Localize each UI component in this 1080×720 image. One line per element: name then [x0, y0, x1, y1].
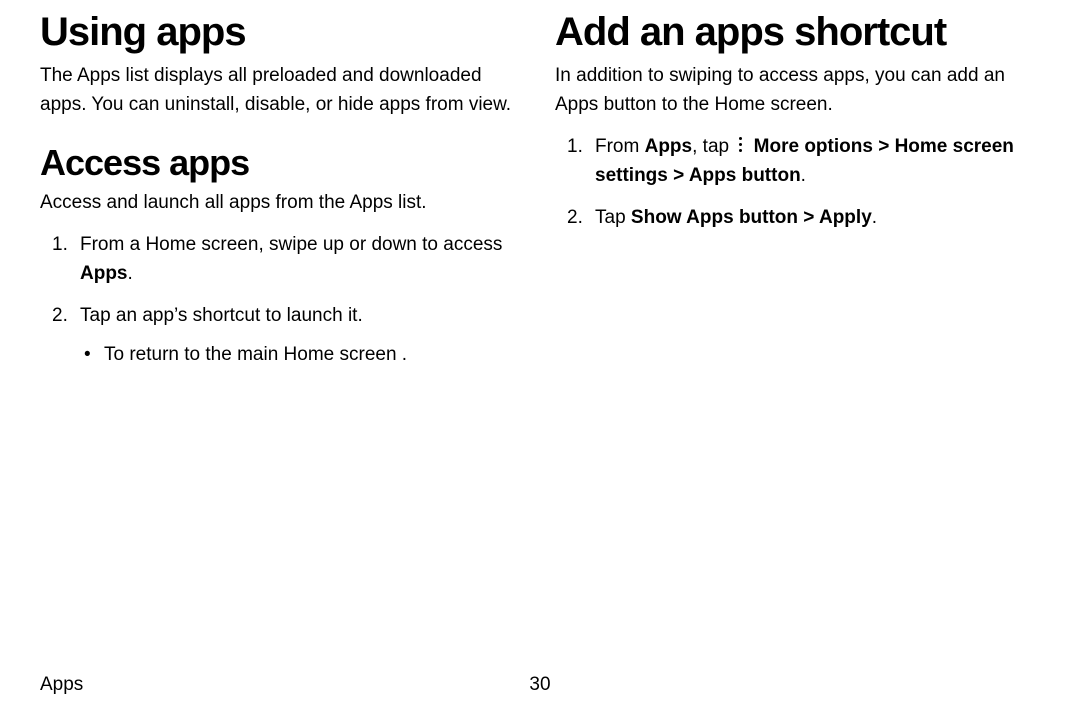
- access-step-2-bullet: To return to the main Home screen .: [80, 341, 525, 370]
- text: , tap: [692, 136, 734, 157]
- access-step-2-sub: To return to the main Home screen .: [80, 341, 525, 370]
- heading-access-apps: Access apps: [40, 143, 525, 183]
- bold-show-apps-button: Show Apps button: [631, 207, 798, 228]
- page: Using apps The Apps list displays all pr…: [0, 0, 1080, 720]
- bold-more-options: More options: [754, 136, 873, 157]
- text: >: [873, 136, 895, 157]
- heading-add-shortcut: Add an apps shortcut: [555, 10, 1040, 54]
- access-apps-steps: From a Home screen, swipe up or down to …: [40, 231, 525, 369]
- right-column: Add an apps shortcut In addition to swip…: [555, 10, 1040, 668]
- text: >: [798, 207, 819, 228]
- using-apps-intro: The Apps list displays all preloaded and…: [40, 62, 525, 119]
- access-step-2: Tap an app’s shortcut to launch it. To r…: [40, 302, 525, 369]
- left-column: Using apps The Apps list displays all pr…: [40, 10, 525, 668]
- access-apps-intro: Access and launch all apps from the Apps…: [40, 189, 525, 218]
- more-options-icon: [736, 136, 746, 154]
- text: From: [595, 136, 645, 157]
- columns: Using apps The Apps list displays all pr…: [40, 10, 1040, 668]
- bold-apps: Apps: [80, 263, 128, 284]
- text: >: [668, 165, 689, 186]
- bold-apps: Apps: [645, 136, 693, 157]
- add-shortcut-intro: In addition to swiping to access apps, y…: [555, 62, 1040, 119]
- add-shortcut-steps: From Apps, tap More options > Home scree…: [555, 133, 1040, 233]
- footer: Apps 30: [40, 668, 1040, 696]
- bold-apply: Apply: [819, 207, 872, 228]
- text: Tap: [595, 207, 631, 228]
- shortcut-step-1: From Apps, tap More options > Home scree…: [555, 133, 1040, 190]
- footer-section-label: Apps: [40, 674, 83, 696]
- text: .: [872, 207, 877, 228]
- text: From a Home screen, swipe up or down to …: [80, 234, 502, 255]
- text: .: [128, 263, 133, 284]
- text: Tap an app’s shortcut to launch it.: [80, 305, 363, 326]
- bold-apps-button: Apps button: [689, 165, 801, 186]
- heading-using-apps: Using apps: [40, 10, 525, 54]
- text: .: [801, 165, 806, 186]
- shortcut-step-2: Tap Show Apps button > Apply.: [555, 204, 1040, 233]
- footer-page-number: 30: [529, 674, 550, 696]
- access-step-1: From a Home screen, swipe up or down to …: [40, 231, 525, 288]
